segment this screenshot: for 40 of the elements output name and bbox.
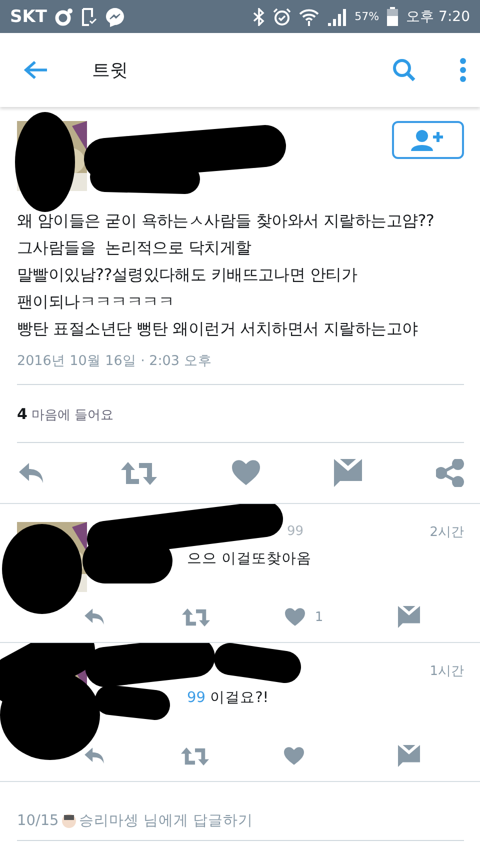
bluetooth-icon xyxy=(252,8,265,26)
reply-text: 99 이걸요?! xyxy=(187,689,270,707)
alarm-icon xyxy=(272,8,291,26)
follow-button[interactable] xyxy=(392,121,464,159)
search-icon[interactable] xyxy=(392,58,416,82)
battery-icon xyxy=(387,7,398,26)
avatar-icon xyxy=(60,812,77,828)
heart-icon[interactable] xyxy=(284,608,305,626)
retweet-icon[interactable] xyxy=(121,460,158,486)
reply-time: 1시간 xyxy=(430,663,464,680)
heart-icon[interactable] xyxy=(284,747,304,765)
like-count[interactable]: 4 마음에 들어요 xyxy=(17,385,464,442)
message-icon[interactable] xyxy=(398,745,420,767)
notification-icon xyxy=(55,8,74,26)
add-user-icon xyxy=(411,129,445,151)
messenger-icon xyxy=(105,6,126,26)
clock: 오후 7:20 xyxy=(406,8,470,26)
heart-icon[interactable] xyxy=(232,460,260,486)
reply-like-count: 1 xyxy=(314,610,324,624)
tweet-timestamp: 2016년 10월 16일 · 2:03 오후 xyxy=(17,352,213,370)
wifi-icon xyxy=(298,8,319,26)
user-handle: 99 xyxy=(287,524,304,539)
signal-icon xyxy=(326,8,347,26)
reply-time: 2시간 xyxy=(430,524,464,541)
reply-icon[interactable] xyxy=(83,607,107,627)
message-icon[interactable] xyxy=(398,606,420,628)
share-icon[interactable] xyxy=(436,459,464,487)
battery-percent: 57% xyxy=(354,10,380,23)
phone-icon xyxy=(81,8,98,26)
retweet-icon[interactable] xyxy=(181,746,210,766)
reply-date: 10/15 xyxy=(17,812,59,828)
carrier-name: SKT xyxy=(10,6,48,26)
reply-text: 으으 이걸또찾아옴 xyxy=(187,550,313,568)
back-icon[interactable] xyxy=(24,60,48,80)
tweet-text: 왜 암이들은 굳이 욕하는ㅅ사람들 찾아와서 지랄하는고얌?? 그사람들을 논리적으로 닥치게할 말빨이있남??설령있다해도 키배뜨고나면 안티가 팬이되나ㅋㅋㅋㅋㅋㅋ 빵탄 표절소년단 뻥탄 왜이런거 서치하면서 지랄하는고야 xyxy=(17,210,436,340)
screen-title: 트윗 xyxy=(92,59,129,82)
more-icon[interactable] xyxy=(460,58,466,82)
reply-icon[interactable] xyxy=(83,746,107,766)
message-icon[interactable] xyxy=(334,459,362,487)
retweet-icon[interactable] xyxy=(182,606,210,628)
